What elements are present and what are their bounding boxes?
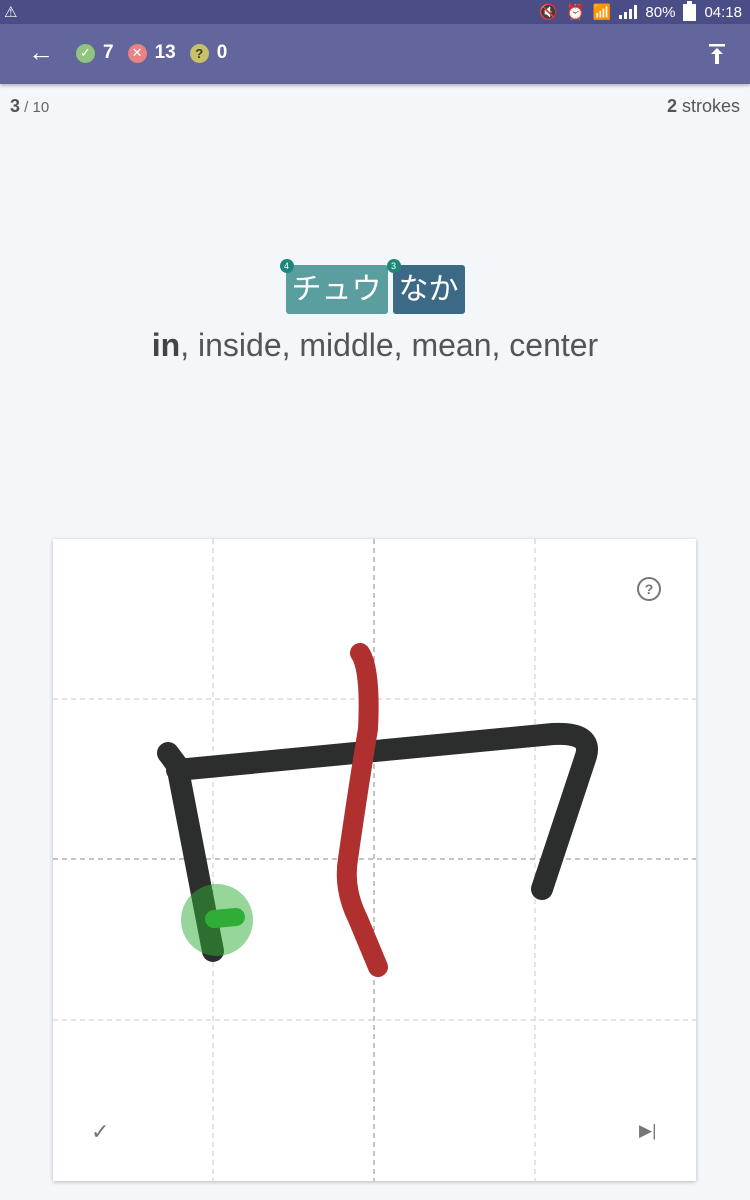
drawn-stroke-2: [166, 722, 598, 900]
readings: 4 チュウ 3 なか: [0, 259, 750, 314]
upload-icon[interactable]: [706, 38, 728, 68]
hint-stroke: [205, 908, 245, 928]
kun-reading: 3 なか: [386, 259, 465, 314]
card-progress: 3 / 10: [10, 96, 49, 117]
help-icon[interactable]: ?: [637, 577, 661, 601]
on-reading-badge: 4: [279, 259, 294, 273]
current-stroke: [336, 643, 388, 977]
warning-icon: ⚠: [4, 4, 18, 21]
total-cards: 10: [32, 99, 50, 116]
back-arrow-icon[interactable]: ←: [28, 38, 54, 66]
kun-reading-text: なか: [398, 273, 459, 306]
stroke-count: 2 strokes: [667, 96, 740, 117]
wrong-icon: ✕: [127, 43, 147, 63]
session-stats: ✓ 7 ✕ 13 ? 0: [76, 42, 233, 64]
status-icons: 🔇 ⏰ 📶 80% 04:18: [539, 0, 742, 21]
check-icon[interactable]: ✓: [91, 1119, 109, 1145]
mute-icon: 🔇: [539, 4, 559, 21]
alarm-icon: ⏰: [566, 4, 585, 21]
center-lines: [53, 539, 696, 1181]
app-bar: ← ✓ 7 ✕ 13 ? 0: [0, 24, 750, 84]
status-bar: ⚠ 🔇 ⏰ 📶 80% 04:18: [0, 0, 750, 24]
meaning-rest: , inside, middle, mean, center: [180, 327, 599, 363]
canvas-drawing: [53, 539, 696, 1181]
on-reading-text: チュウ: [291, 273, 382, 306]
kun-reading-badge: 3: [386, 259, 401, 273]
correct-icon: ✓: [76, 43, 95, 63]
meaning: in, inside, middle, mean, center: [0, 327, 750, 364]
current-card: 3: [10, 96, 21, 116]
skip-icon[interactable]: ▶|: [639, 1121, 657, 1141]
unknown-icon: ?: [189, 43, 209, 63]
meaning-primary: in: [151, 327, 181, 363]
drawing-canvas[interactable]: ? ✓ ▶|: [53, 539, 696, 1181]
battery-icon: [683, 0, 697, 21]
stroke-label: strokes: [676, 96, 740, 116]
stroke-number: 2: [666, 96, 677, 116]
wifi-icon: 📶: [592, 4, 612, 21]
correct-count: 7: [103, 42, 114, 63]
progress-separator: /: [20, 99, 33, 116]
grid-lines: [53, 539, 696, 1181]
on-reading: 4 チュウ: [279, 259, 388, 314]
unknown-count: 0: [216, 42, 228, 63]
battery-percent: 80%: [645, 3, 676, 21]
signal-icon: [619, 5, 638, 19]
clock: 04:18: [704, 3, 742, 21]
wrong-count: 13: [154, 42, 176, 63]
